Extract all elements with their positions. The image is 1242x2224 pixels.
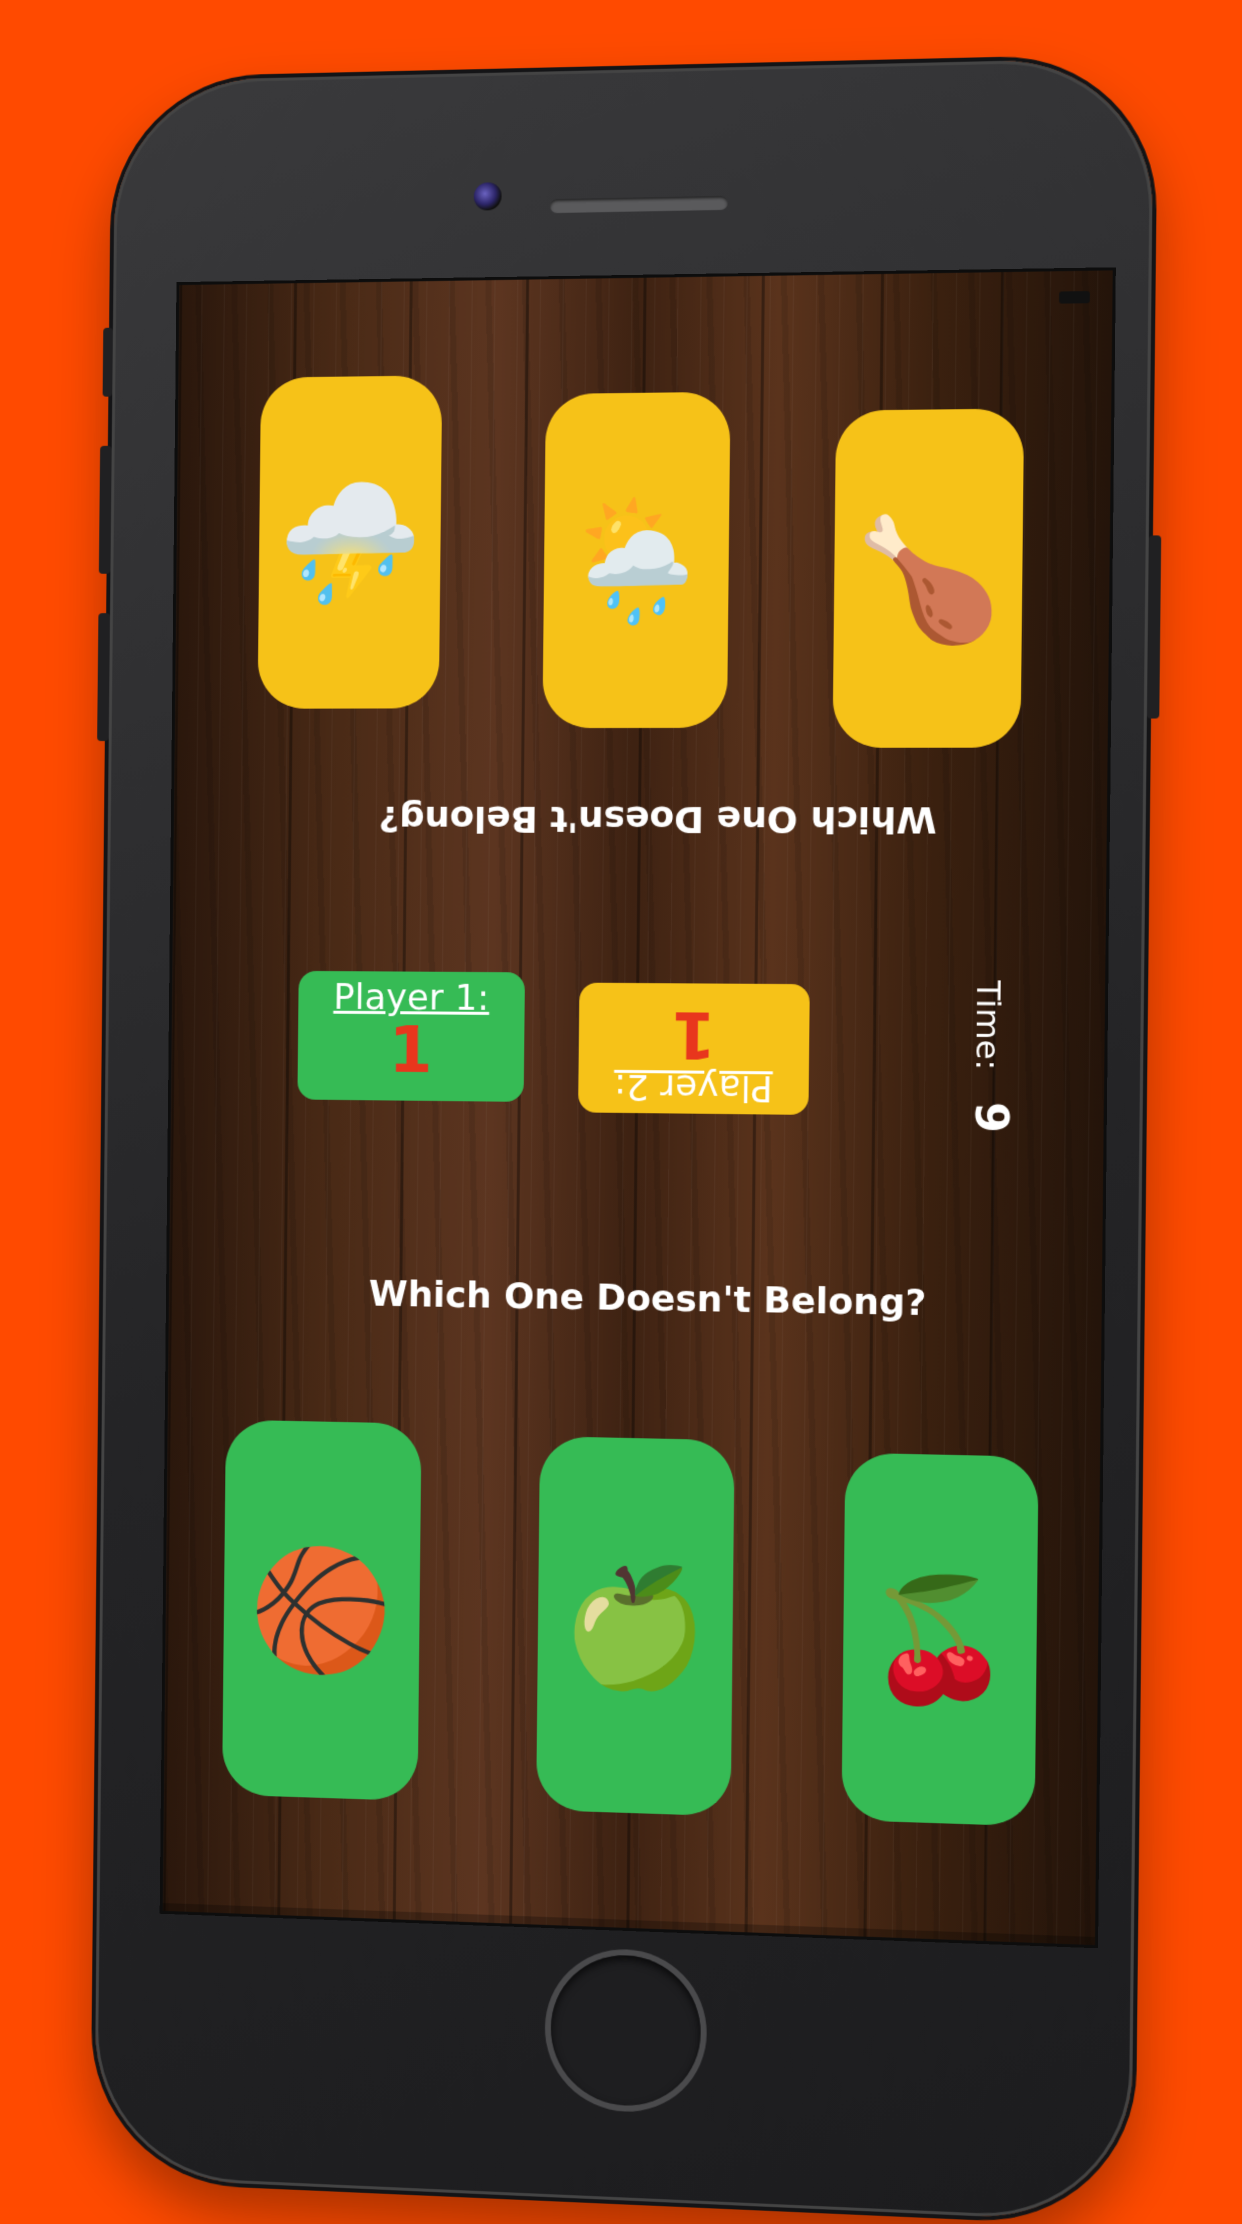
- poultry-leg-icon: 🍗: [853, 518, 1004, 638]
- bottom-card-2[interactable]: 🍏: [536, 1436, 734, 1816]
- green-apple-icon: 🍏: [561, 1565, 709, 1687]
- player2-score: 1: [579, 998, 810, 1067]
- cherries-icon: 🍒: [865, 1577, 1016, 1700]
- timer: Time: 9: [964, 980, 1018, 1133]
- player1-label: Player 1:: [298, 977, 525, 1019]
- top-card-3[interactable]: 🍗: [833, 408, 1025, 747]
- bottom-card-3[interactable]: 🍒: [841, 1453, 1038, 1827]
- volume-up-button: [99, 446, 112, 574]
- timer-label: Time:: [968, 980, 1008, 1070]
- bottom-prompt: Which One Doesn't Belong?: [369, 1274, 927, 1324]
- cloud-rain-lightning-icon: ⛈️: [277, 483, 422, 601]
- top-prompt: Which One Doesn't Belong?: [378, 798, 936, 840]
- top-card-2[interactable]: 🌦️: [542, 392, 730, 728]
- basketball-icon: 🏀: [249, 1550, 394, 1671]
- silent-switch: [103, 328, 113, 397]
- status-indicator: [1059, 291, 1090, 304]
- bottom-card-1[interactable]: 🏀: [222, 1420, 421, 1801]
- earpiece-speaker: [550, 196, 728, 213]
- player2-label: Player 2:: [578, 1066, 809, 1109]
- sun-behind-rain-cloud-icon: 🌦️: [562, 501, 710, 620]
- front-camera: [474, 182, 502, 210]
- top-card-1[interactable]: ⛈️: [258, 375, 443, 708]
- volume-down-button: [97, 613, 110, 741]
- power-button: [1147, 535, 1161, 718]
- game-screen: ⛈️ 🌦️ 🍗 Which One Doesn't Belong? Player…: [160, 267, 1116, 1948]
- timer-value: 9: [964, 1102, 1016, 1134]
- player2-score-box: Player 2: 1: [578, 983, 810, 1115]
- player1-score-box: Player 1: 1: [297, 971, 525, 1102]
- home-button[interactable]: [550, 1953, 701, 2109]
- player1-score: 1: [298, 1017, 525, 1086]
